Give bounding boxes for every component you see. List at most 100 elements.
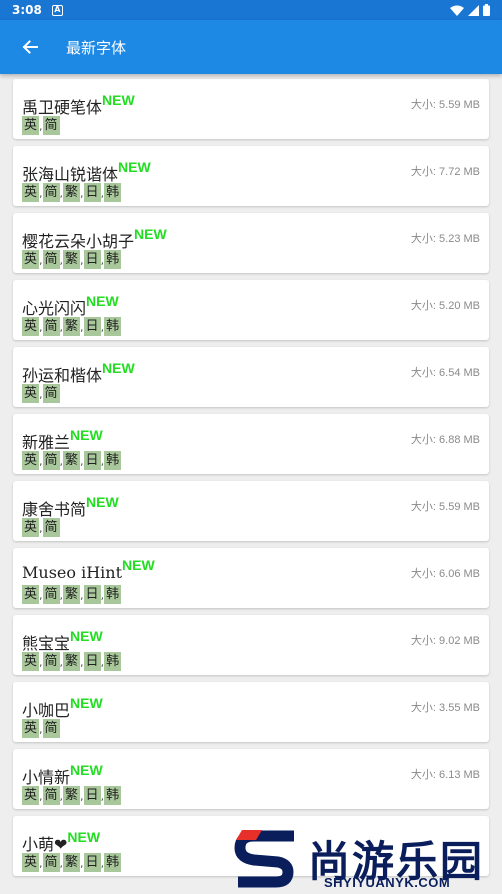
font-name-text: 孙运和楷体: [22, 366, 103, 385]
back-button[interactable]: [0, 20, 60, 74]
font-name-text: 心光闪闪: [22, 299, 87, 318]
font-size-label: 大小: 6.54 MB: [410, 367, 480, 379]
font-name-text: Museo iHint: [22, 563, 123, 582]
font-name: Museo iHintNEW: [22, 557, 155, 582]
font-card[interactable]: 康舍书简NEW 大小: 5.59 MB 英, 简: [13, 481, 489, 541]
watermark-s-icon: [234, 830, 294, 888]
font-size-label: 大小: 5.59 MB: [410, 99, 480, 111]
font-card[interactable]: 新雅兰NEW 大小: 6.88 MB 英, 简, 繁, 日, 韩: [13, 414, 489, 474]
font-name: 樱花云朵小胡子NEW: [22, 226, 167, 252]
font-size-label: 大小: 5.59 MB: [410, 501, 480, 513]
language-tag: 日: [83, 183, 101, 202]
font-size-label: 大小: 5.23 MB: [410, 233, 480, 245]
font-name-text: 新雅兰: [22, 433, 71, 452]
new-badge: NEW: [70, 427, 103, 443]
language-tag: 简: [42, 518, 60, 537]
language-tag: 英: [22, 317, 40, 336]
wifi-icon: [450, 5, 464, 16]
font-card[interactable]: 小情新NEW 大小: 6.13 MB 英, 简, 繁, 日, 韩: [13, 749, 489, 809]
font-name: 小萌❤NEW: [22, 829, 100, 855]
font-name: 小咖巴NEW: [22, 695, 103, 721]
language-tag: 英: [22, 853, 40, 872]
font-card[interactable]: 张海山锐谐体NEW 大小: 7.72 MB 英, 简, 繁, 日, 韩: [13, 146, 489, 206]
font-size-label: 大小: 9.02 MB: [410, 635, 480, 647]
language-tags: 英,简,繁,日,韩: [22, 183, 122, 202]
font-name-text: 小萌❤: [22, 835, 68, 854]
font-name: 禹卫硬笔体NEW: [22, 92, 135, 118]
language-tag: 英: [22, 116, 40, 135]
new-badge: NEW: [102, 92, 135, 108]
language-tags: 英,简,繁,日,韩: [22, 585, 122, 604]
new-badge: NEW: [70, 695, 103, 711]
notification-icon: A: [51, 4, 63, 16]
language-tags: 英,简,繁,日,韩: [22, 451, 122, 470]
language-tag: 日: [83, 853, 101, 872]
language-tag: 英: [22, 451, 40, 470]
font-card[interactable]: 心光闪闪NEW 大小: 5.20 MB 英, 简, 繁, 日, 韩: [13, 280, 489, 340]
language-tag: 简: [42, 786, 60, 805]
language-tag: 简: [42, 183, 60, 202]
font-card[interactable]: 孙运和楷体NEW 大小: 6.54 MB 英, 简: [13, 347, 489, 407]
new-badge: NEW: [70, 628, 103, 644]
font-name-text: 樱花云朵小胡子: [22, 232, 135, 251]
font-list[interactable]: 禹卫硬笔体NEW 大小: 5.59 MB 英, 简张海山锐谐体NEW 大小: 7.72 …: [0, 74, 502, 894]
language-tag: 简: [42, 317, 60, 336]
language-tag: 英: [22, 719, 40, 738]
new-badge: NEW: [70, 762, 103, 778]
language-tag: 日: [83, 451, 101, 470]
language-tags: 英,简: [22, 384, 60, 403]
font-size-label: 大小: 7.72 MB: [410, 166, 480, 178]
language-tag: 韩: [104, 317, 122, 336]
language-tag: 日: [83, 317, 101, 336]
language-tag: 韩: [104, 451, 122, 470]
arrow-back-icon: [22, 40, 38, 54]
font-name-text: 康舍书简: [22, 500, 87, 519]
new-badge: NEW: [86, 494, 119, 510]
language-tag: 简: [42, 719, 60, 738]
language-tag: 繁: [63, 317, 81, 336]
font-name: 孙运和楷体NEW: [22, 360, 135, 386]
language-tag: 简: [42, 451, 60, 470]
watermark-url: SHYIYUANYK.COM: [324, 875, 451, 890]
font-name-text: 禹卫硬笔体: [22, 98, 103, 117]
language-tag: 简: [42, 585, 60, 604]
font-name: 康舍书简NEW: [22, 494, 119, 520]
language-tag: 简: [42, 384, 60, 403]
language-tag: 韩: [104, 786, 122, 805]
font-card[interactable]: 禹卫硬笔体NEW 大小: 5.59 MB 英, 简: [13, 79, 489, 139]
language-tag: 日: [83, 250, 101, 269]
font-card[interactable]: Museo iHintNEW 大小: 6.06 MB 英, 简, 繁, 日, 韩: [13, 548, 489, 608]
language-tag: 繁: [63, 585, 81, 604]
font-size-label: 大小: 3.55 MB: [410, 702, 480, 714]
font-name: 熊宝宝NEW: [22, 628, 103, 654]
language-tag: 繁: [63, 853, 81, 872]
language-tags: 英,简,繁,日,韩: [22, 786, 122, 805]
language-tag: 繁: [63, 786, 81, 805]
font-name: 小情新NEW: [22, 762, 103, 788]
font-card[interactable]: 熊宝宝NEW 大小: 9.02 MB 英, 简, 繁, 日, 韩: [13, 615, 489, 675]
language-tag: 简: [42, 853, 60, 872]
font-card[interactable]: 樱花云朵小胡子NEW 大小: 5.23 MB 英, 简, 繁, 日, 韩: [13, 213, 489, 273]
language-tag: 英: [22, 384, 40, 403]
font-name-text: 小情新: [22, 768, 71, 787]
font-size-label: 大小: 6.06 MB: [410, 568, 480, 580]
new-badge: NEW: [134, 226, 167, 242]
font-size-label: 大小: 6.13 MB: [410, 769, 480, 781]
battery-icon: [483, 4, 490, 16]
language-tag: 韩: [104, 585, 122, 604]
language-tag: 日: [83, 652, 101, 671]
language-tag: 英: [22, 250, 40, 269]
language-tag: 简: [42, 652, 60, 671]
language-tag: 韩: [104, 183, 122, 202]
language-tag: 简: [42, 116, 60, 135]
language-tag: 英: [22, 786, 40, 805]
language-tag: 日: [83, 786, 101, 805]
language-tags: 英,简,繁,日,韩: [22, 652, 122, 671]
status-icons: [450, 4, 490, 16]
language-tag: 英: [22, 183, 40, 202]
font-card[interactable]: 小咖巴NEW 大小: 3.55 MB 英, 简: [13, 682, 489, 742]
language-tag: 繁: [63, 250, 81, 269]
language-tags: 英,简,繁,日,韩: [22, 250, 122, 269]
new-badge: NEW: [118, 159, 151, 175]
language-tags: 英,简,繁,日,韩: [22, 853, 122, 872]
